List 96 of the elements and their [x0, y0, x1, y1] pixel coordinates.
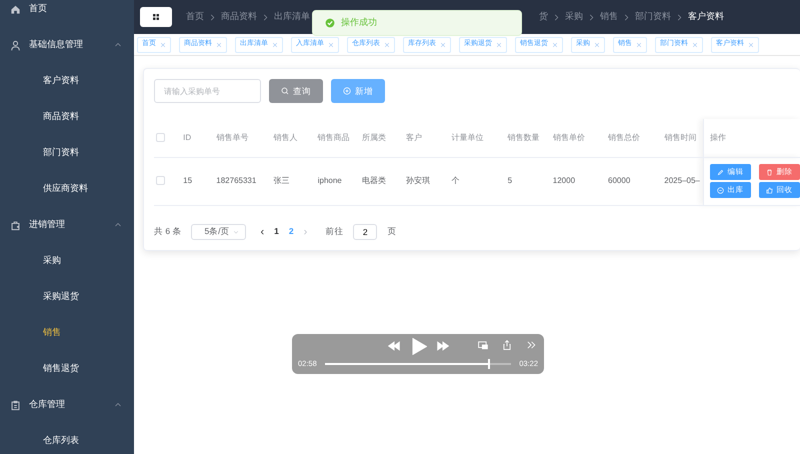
breadcrumb-item[interactable]: 首页 [186, 10, 204, 24]
table-cell: 2025–05– [662, 157, 704, 205]
grid-icon [152, 13, 160, 21]
table-cell: 5 [506, 157, 551, 205]
breadcrumb-item[interactable]: 出库清单 [274, 10, 310, 24]
column-header: 销售商品 [316, 119, 360, 157]
trash-icon [766, 168, 774, 176]
sidebar-item[interactable]: 采购 [0, 243, 134, 279]
column-header: 所属类 [360, 119, 404, 157]
sidebar-item[interactable]: 销售 [0, 315, 134, 351]
add-button[interactable]: 新增 [331, 79, 385, 103]
table-cell: 孙安琪 [404, 157, 450, 205]
column-header: 销售单价 [550, 119, 606, 157]
column-header: 销售人 [272, 119, 316, 157]
home-icon [10, 4, 21, 14]
rewind-icon [388, 340, 400, 352]
table-cell: iphone [316, 157, 360, 205]
page-number[interactable]: 1 [274, 225, 279, 238]
close-icon [692, 42, 698, 48]
table-cell: 182765331 [214, 157, 272, 205]
breadcrumb-item[interactable]: 部门资料 [635, 10, 671, 24]
chevron-right-icon [553, 14, 560, 20]
checkbox[interactable] [156, 176, 165, 186]
chevron-right-icon [676, 14, 683, 20]
close-icon [594, 42, 600, 48]
close-icon [328, 42, 334, 48]
close-icon [636, 42, 642, 48]
sidebar-item[interactable]: 采购退货 [0, 279, 134, 315]
sidebar-item[interactable]: 进销管理 [0, 207, 134, 243]
chevron-right-icon [623, 14, 630, 20]
column-header: ID [181, 119, 214, 157]
breadcrumb-item[interactable]: 货 [539, 10, 548, 24]
chevron-right-icon [588, 14, 595, 20]
sidebar-item[interactable]: 销售退货 [0, 351, 134, 387]
breadcrumb-item[interactable]: 采购 [565, 10, 583, 24]
minus-circle-icon [717, 186, 724, 194]
table-cell: 电器类 [360, 157, 404, 205]
sidebar-item[interactable]: 部门资料 [0, 135, 134, 171]
column-header: 计量单位 [449, 119, 506, 157]
user-icon [10, 40, 21, 50]
breadcrumb-item[interactable]: 客户资料 [688, 10, 724, 24]
picture-in-picture-icon [478, 340, 488, 350]
column-header: 操作 [703, 119, 800, 157]
share-icon [502, 340, 512, 350]
close-icon [272, 42, 278, 48]
table-cell: 个 [449, 157, 506, 205]
chevron-down-icon [233, 228, 240, 235]
thumb-icon [766, 186, 774, 194]
close-icon [384, 42, 390, 48]
table-cell: 张三 [272, 157, 316, 205]
page-input[interactable]: 2 [353, 224, 378, 240]
search-field[interactable]: 请输入采购单号 [154, 79, 261, 103]
column-header: 销售单号 [214, 119, 272, 157]
plus-circle-icon [343, 87, 351, 95]
page-number[interactable]: 2 [288, 225, 294, 238]
shopping-bag-icon [10, 220, 21, 230]
search-icon [281, 87, 289, 95]
sidebar-item[interactable]: 基础信息管理 [0, 27, 134, 63]
total-count: 共 6 条 [154, 225, 182, 238]
breadcrumb-item[interactable]: 商品资料 [221, 10, 257, 24]
close-icon [160, 42, 166, 48]
checkbox[interactable] [156, 133, 165, 142]
table-cell: 60000 [606, 157, 662, 205]
prev-page-button[interactable]: ‹ [260, 224, 264, 240]
table-cell: 12000 [550, 157, 606, 205]
breadcrumb-item[interactable]: 销售 [600, 10, 618, 24]
check-circle-icon [325, 18, 335, 28]
close-icon [496, 42, 502, 48]
page-suffix: 页 [387, 225, 396, 238]
chevron-right-icon [209, 14, 216, 20]
play-icon [410, 338, 426, 354]
close-icon [216, 42, 222, 48]
clipboard-icon [10, 400, 21, 410]
menu-button[interactable] [140, 7, 172, 27]
column-header: 销售时间 [662, 119, 704, 157]
sidebar-item[interactable]: 首页 [0, 0, 134, 27]
double-chevron-icon [526, 340, 536, 350]
column-header: 销售总价 [606, 119, 662, 157]
goto-label: 前往 [325, 225, 344, 238]
sidebar-item[interactable]: 商品资料 [0, 99, 134, 135]
pencil-icon [717, 168, 724, 176]
column-header: 销售数量 [506, 119, 551, 157]
search-button[interactable]: 查询 [269, 79, 323, 103]
sidebar-item[interactable]: 仓库管理 [0, 387, 134, 423]
close-icon [748, 42, 754, 48]
sidebar-item[interactable]: 客户资料 [0, 63, 134, 99]
toast-message: 操作成功 [341, 16, 377, 30]
page-size-select[interactable]: 5条/页 [191, 224, 246, 240]
table-cell: 15 [181, 157, 214, 205]
close-icon [552, 42, 558, 48]
sidebar-item[interactable]: 供应商资料 [0, 171, 134, 207]
sidebar-item[interactable]: 仓库列表 [0, 423, 134, 454]
column-header: 客户 [404, 119, 450, 157]
chevron-right-icon [262, 14, 269, 20]
close-icon [440, 42, 446, 48]
fast-forward-icon [436, 340, 448, 352]
